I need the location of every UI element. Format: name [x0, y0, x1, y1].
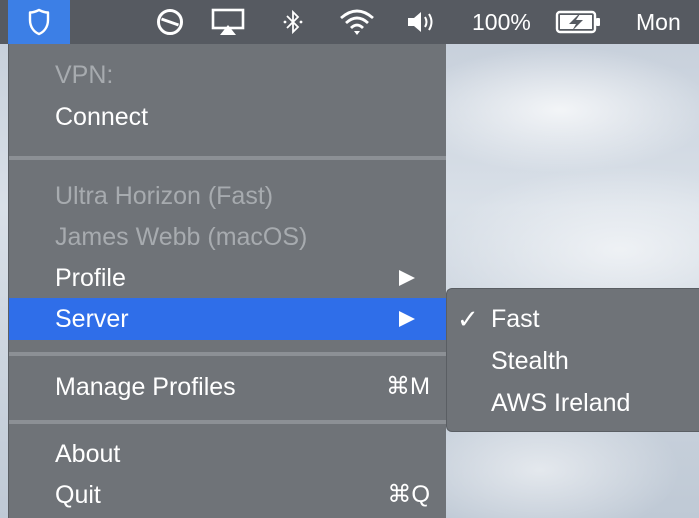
menu-header-vpn: VPN: — [9, 54, 446, 96]
quit-shortcut: ⌘Q — [387, 481, 430, 508]
profile-label: Profile — [55, 263, 126, 292]
battery-percentage: 100% — [472, 9, 531, 35]
shield-icon — [28, 8, 50, 36]
vpn-menu-extra[interactable] — [8, 0, 70, 44]
server-option-label: Stealth — [491, 346, 569, 375]
battery-charging-icon[interactable] — [554, 0, 604, 44]
focus-circle-icon[interactable] — [152, 0, 188, 44]
profile-submenu-item[interactable]: Profile — [9, 257, 446, 299]
server-option-label: Fast — [491, 304, 540, 333]
server-option-aws-ireland[interactable]: AWS Ireland — [447, 382, 699, 424]
manage-profiles-item[interactable]: Manage Profiles ⌘M — [9, 366, 446, 408]
menu-bar: 100% Mon — [0, 0, 699, 44]
quit-label: Quit — [55, 480, 101, 509]
account-name-text: James Webb (macOS) — [55, 222, 308, 251]
menu-separator — [9, 420, 446, 424]
menu-separator — [9, 352, 446, 356]
profile-info-item: Ultra Horizon (Fast) — [9, 175, 446, 217]
account-info-item: James Webb (macOS) — [9, 216, 446, 258]
vpn-status-label: VPN: — [55, 60, 114, 89]
about-item[interactable]: About — [9, 433, 446, 475]
submenu-arrow-icon — [398, 257, 416, 299]
volume-icon[interactable] — [404, 0, 440, 44]
server-submenu-item[interactable]: Server — [9, 298, 446, 340]
server-option-fast[interactable]: ✓ Fast — [447, 298, 699, 340]
manage-profiles-label: Manage Profiles — [55, 372, 236, 401]
server-option-stealth[interactable]: Stealth — [447, 340, 699, 382]
connect-label: Connect — [55, 102, 149, 131]
server-option-label: AWS Ireland — [491, 388, 631, 417]
profile-name-text: Ultra Horizon (Fast) — [55, 181, 274, 210]
about-label: About — [55, 439, 121, 468]
quit-item[interactable]: Quit ⌘Q — [9, 474, 446, 516]
server-submenu: ✓ Fast Stealth AWS Ireland — [446, 288, 699, 432]
airplay-icon[interactable] — [208, 0, 248, 44]
bluetooth-icon[interactable] — [280, 0, 306, 44]
menu-separator — [9, 156, 446, 160]
server-label: Server — [55, 304, 129, 333]
submenu-arrow-icon — [398, 298, 416, 340]
vpn-dropdown-menu: VPN: Connect Ultra Horizon (Fast) James … — [8, 44, 446, 518]
wifi-icon[interactable] — [336, 0, 378, 44]
menubar-clock[interactable]: Mon — [636, 0, 681, 44]
connect-item[interactable]: Connect — [9, 96, 446, 138]
manage-profiles-shortcut: ⌘M — [386, 373, 430, 400]
checkmark-icon: ✓ — [457, 304, 479, 334]
